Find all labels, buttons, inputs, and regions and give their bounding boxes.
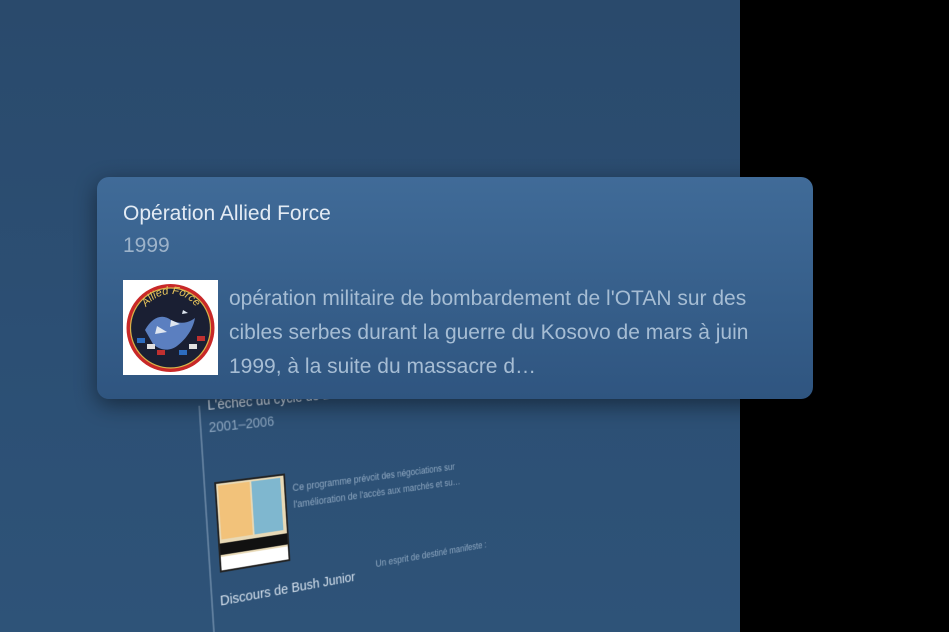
event-title: Opération Allied Force [123, 202, 331, 225]
event-popup-card[interactable]: Opération Allied Force 1999 Allied Force… [97, 177, 813, 399]
event-year: 1999 [123, 234, 170, 257]
timeline-entry-description: Ce programme prévoit des négociations su… [292, 461, 461, 511]
doha-thumbnail [214, 473, 291, 573]
timeline-entry[interactable]: Discours de Bush Junior [220, 569, 356, 609]
event-image: Allied Force [123, 280, 218, 375]
timeline-line [198, 405, 217, 632]
event-description: opération militaire de bombardement de l… [229, 287, 749, 378]
allied-force-patch-icon: Allied Force [126, 284, 215, 372]
timeline-entry-description: Un esprit de destiné manifeste : [375, 539, 487, 570]
timeline-entry-title: Discours de Bush Junior [219, 569, 356, 610]
